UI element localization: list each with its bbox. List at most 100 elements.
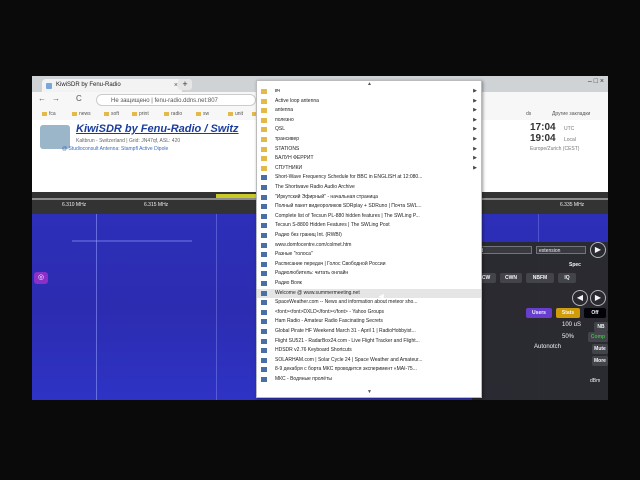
mode-cwn[interactable]: CWN (500, 273, 522, 283)
bookmark-item[interactable]: radio (164, 108, 182, 120)
bookmark-link[interactable]: Расписание передач | Голос Свободной Рос… (257, 260, 481, 270)
menu-item-label: МКС - Водяные пролёты (275, 376, 332, 382)
left-arrow-icon[interactable]: ◀ (572, 290, 588, 306)
menu-item-label: Радио без границ Int. (RWBI) (275, 232, 342, 238)
page-icon (261, 223, 267, 229)
bookmark-folder[interactable]: полезно ▶ (257, 116, 481, 126)
page-icon (261, 175, 267, 181)
back-button[interactable]: ← (38, 94, 46, 103)
page-icon (261, 300, 267, 306)
bookmark-item[interactable]: ds (526, 108, 531, 120)
reload-button[interactable]: C (76, 94, 82, 103)
mode-nbfm[interactable]: NBFM (526, 273, 554, 283)
bookmark-link[interactable]: SOLARHAM.com | Solar Cycle 24 | Space We… (257, 356, 481, 366)
bookmark-folder[interactable]: Active loop antenna ▶ (257, 97, 481, 107)
folder-icon (261, 108, 267, 114)
bookmark-link[interactable]: Welcome @ www.summermeeting.net (257, 288, 481, 299)
bookmark-link[interactable]: Complete list of Tecsun PL-880 hidden fe… (257, 212, 481, 222)
comp-button[interactable]: Comp (588, 332, 608, 342)
page-title[interactable]: KiwiSDR by Fenu-Radio / Switz (76, 123, 239, 135)
bookmark-link[interactable]: Global Pirate HF Weekend March 31 - Apri… (257, 327, 481, 337)
bookmark-link[interactable]: Tecsun S-8800 Hidden Features | The SWLi… (257, 221, 481, 231)
stats-button[interactable]: Stats (556, 308, 580, 318)
signal-band (72, 240, 192, 242)
menu-item-label: Разные "голоса" (275, 251, 313, 258)
mode-iq[interactable]: IQ (558, 273, 576, 283)
play-button[interactable]: ▶ (590, 242, 606, 258)
page-icon (261, 261, 267, 267)
forward-button[interactable]: → (52, 94, 60, 103)
menu-item-label: вч (275, 88, 281, 94)
bookmark-folder[interactable]: QSL ▶ (257, 125, 481, 135)
new-tab-button[interactable]: + (178, 79, 192, 90)
bookmark-link[interactable]: МКС - Водяные пролёты (257, 375, 481, 385)
spec-button[interactable]: Spec (564, 260, 586, 270)
tab-title: KiwiSDR by Fenu-Radio (56, 82, 121, 88)
right-arrow-icon[interactable]: ▶ (590, 290, 606, 306)
menu-item-label: Short-Wave Frequency Schedule for BBC in… (275, 174, 423, 181)
bookmark-link[interactable]: 8-9 декабря с борта МКС проводится экспе… (257, 365, 481, 375)
waterfall-badge-icon[interactable]: ◎ (34, 272, 48, 284)
bookmark-link[interactable]: Полный пакет видеороликов SDRplay + SDRu… (257, 202, 481, 212)
scroll-down-icon[interactable]: ▼ (367, 389, 372, 395)
bookmark-folder[interactable]: трансивер ▶ (257, 135, 481, 145)
window-controls[interactable]: – □ × (588, 78, 604, 85)
folder-icon (261, 117, 267, 123)
bookmark-link[interactable]: Радиолюбитель: читать онлайн (257, 269, 481, 279)
mute-button[interactable]: Mute (592, 344, 608, 354)
page-icon (261, 271, 267, 277)
more-button[interactable]: More (592, 356, 608, 366)
bookmark-folder[interactable]: БАЛУН ФЕРРИТ ▶ (257, 154, 481, 164)
local-time: 19:04 (530, 133, 556, 144)
mode-select[interactable]: fd (476, 246, 532, 254)
folder-icon (261, 89, 267, 94)
utc-time: 17:04 (530, 122, 556, 133)
submenu-arrow-icon: ▶ (473, 164, 477, 171)
menu-item-label: СПУТНИКИ (275, 164, 303, 171)
bookmark-item[interactable]: sw (196, 108, 209, 120)
bookmark-item[interactable]: news (72, 108, 91, 120)
menu-item-label: Complete list of Tecsun PL-880 hidden fe… (275, 212, 420, 219)
bookmark-link[interactable]: Радио без границ Int. (RWBI) (257, 231, 481, 241)
antenna-info: @ Studioconsult Antenna: Stampfl Active … (62, 146, 169, 152)
page-icon (261, 242, 267, 248)
bookmark-link[interactable]: HDSDR v2.76 Keyboard Shortcuts (257, 346, 481, 356)
bookmark-link[interactable]: SpaceWeather.com -- News and information… (257, 298, 481, 308)
bookmark-link[interactable]: www.domfocentre.com/colmet.htm (257, 241, 481, 251)
autonotch-label: Autonotch (534, 344, 562, 350)
bookmark-item[interactable]: print (132, 108, 149, 120)
extension-select[interactable]: extension (536, 246, 586, 254)
folder-icon (261, 127, 267, 133)
address-bar[interactable]: Не защищено | fenu-radio.ddns.net:807 (96, 94, 256, 106)
submenu-arrow-icon: ▶ (473, 97, 477, 104)
bookmark-folder[interactable]: STATIONS ▶ (257, 145, 481, 155)
bookmark-folder[interactable]: antenna ▶ (257, 106, 481, 116)
other-bookmarks[interactable]: Другие закладки (552, 108, 590, 120)
nb-button[interactable]: NB (594, 322, 608, 332)
bookmark-link[interactable]: Short-Wave Frequency Schedule for BBC in… (257, 173, 481, 183)
bookmark-folder[interactable]: СПУТНИКИ ▶ (257, 164, 481, 174)
menu-item-label: Радио Вояк (275, 280, 302, 286)
menu-item-label: Полный пакет видеороликов SDRplay + SDRu… (275, 203, 422, 210)
menu-item-label: 8-9 декабря с борта МКС проводится экспе… (275, 366, 417, 373)
bookmark-item[interactable]: soft (104, 108, 119, 120)
submenu-arrow-icon: ▶ (473, 126, 477, 133)
menu-item-label: STATIONS (275, 145, 300, 152)
bookmark-link[interactable]: Flight SU521 - RadarBox24.com - Live Fli… (257, 337, 481, 347)
bookmark-link[interactable]: The Shortwave Radio Audio Archive (257, 183, 481, 193)
off-button[interactable]: Off (584, 308, 606, 318)
bookmark-link[interactable]: <font><font>DXLD</font></font> - Yahoo G… (257, 308, 481, 318)
bookmark-link[interactable]: Ham Radio - Amateur Radio Fascinating Se… (257, 317, 481, 327)
bookmark-link[interactable]: Радио Вояк (257, 279, 481, 289)
bookmark-item[interactable]: fca (42, 108, 56, 120)
page-icon (261, 281, 267, 286)
bookmark-folder[interactable]: вч ▶ (257, 87, 481, 97)
bookmark-link[interactable]: Разные "голоса" (257, 250, 481, 260)
browser-tab[interactable]: KiwiSDR by Fenu-Radio × (42, 79, 182, 92)
bookmark-link[interactable]: "Иркутский Эфирный" - начальная страница (257, 193, 481, 203)
users-button[interactable]: Users (526, 308, 552, 318)
url-text: fenu-radio.ddns.net:807 (154, 98, 218, 104)
timezone: Europe/Zurich (CEST) (530, 146, 580, 152)
bookmark-item[interactable]: unit (228, 108, 243, 120)
gain-label: 100 uS (562, 322, 582, 328)
